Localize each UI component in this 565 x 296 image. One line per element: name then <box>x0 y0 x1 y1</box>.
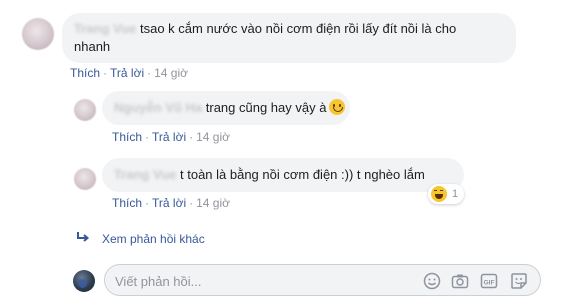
reply-text: trang cũng hay vậy à <box>205 100 327 115</box>
gif-icon[interactable]: GIF <box>480 272 498 290</box>
separator: · <box>189 130 194 144</box>
comment-bubble: Trang Vue tsao k cắm nước vào nồi cơm đi… <box>62 13 516 63</box>
separator: · <box>147 66 152 80</box>
camera-icon[interactable] <box>451 272 469 290</box>
timestamp[interactable]: 14 giờ <box>154 66 188 80</box>
timestamp[interactable]: 14 giờ <box>196 130 230 144</box>
like-link[interactable]: Thích <box>70 66 100 80</box>
avatar[interactable] <box>74 99 96 121</box>
comment-author[interactable]: Trang Vue <box>74 21 136 36</box>
reply-actions: Thích · Trả lời · 14 giờ <box>112 130 230 144</box>
timestamp[interactable]: 14 giờ <box>196 196 230 210</box>
separator: · <box>145 130 150 144</box>
reply-author[interactable]: Trang Vue <box>114 167 176 182</box>
avatar[interactable] <box>74 168 96 190</box>
reply-actions: Thích · Trả lời · 14 giờ <box>112 196 230 210</box>
like-link[interactable]: Thích <box>112 130 142 144</box>
comment-actions: Thích · Trả lời · 14 giờ <box>70 66 188 80</box>
separator: · <box>189 196 194 210</box>
reply-arrow-icon <box>76 231 90 246</box>
reply-composer: GIF <box>104 264 541 296</box>
emoji-icon[interactable] <box>423 272 441 290</box>
avatar[interactable] <box>22 18 54 50</box>
reply-link[interactable]: Trả lời <box>152 196 186 210</box>
more-replies-link[interactable]: Xem phản hồi khác <box>76 231 205 246</box>
reply-link[interactable]: Trả lời <box>110 66 144 80</box>
reaction-count: 1 <box>452 188 459 200</box>
smile-emoji-icon <box>329 99 346 115</box>
comment-text-line2: nhanh <box>74 39 111 54</box>
separator: · <box>103 66 108 80</box>
reply-text: t toàn là bằng nồi cơm điện :)) t nghèo … <box>180 167 425 182</box>
sticker-icon[interactable] <box>510 272 528 290</box>
reply-link[interactable]: Trả lời <box>152 130 186 144</box>
reply-author[interactable]: Nguyễn Vũ Ha <box>114 100 202 115</box>
reply-input[interactable] <box>115 272 405 290</box>
reply-bubble: Trang Vue t toàn là bằng nồi cơm điện :)… <box>102 158 464 192</box>
reply-bubble: Nguyễn Vũ Ha trang cũng hay vậy à <box>102 91 350 125</box>
separator: · <box>145 196 150 210</box>
svg-text:GIF: GIF <box>484 280 495 287</box>
reaction-badge[interactable]: 1 <box>428 184 465 204</box>
current-user-avatar <box>73 270 95 292</box>
more-replies-label: Xem phản hồi khác <box>102 231 205 246</box>
like-link[interactable]: Thích <box>112 196 142 210</box>
haha-reaction-icon <box>431 186 447 202</box>
comment-text-line1: tsao k cắm nước vào nồi cơm điện rồi lấy… <box>140 21 457 36</box>
